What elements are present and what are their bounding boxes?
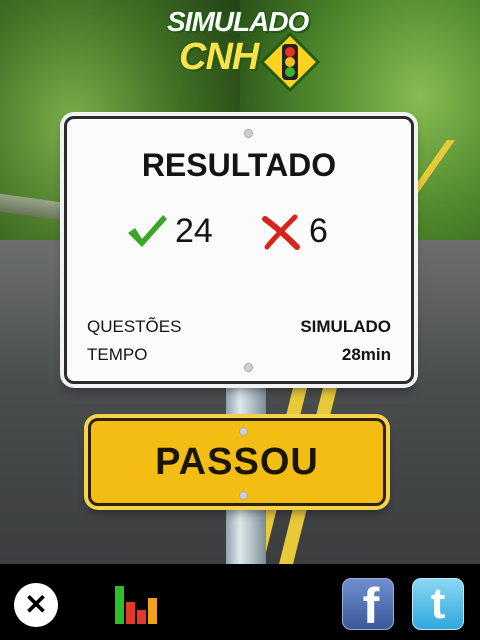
twitter-icon: t (430, 579, 446, 628)
wrong-answers: 6 (259, 211, 328, 251)
questions-value: SIMULADO (300, 317, 391, 336)
correct-count: 24 (175, 211, 213, 250)
sign-bolt (244, 363, 253, 372)
twitter-share-button[interactable]: t (412, 578, 464, 630)
time-value: 28min (341, 345, 391, 364)
wrong-count: 6 (309, 211, 328, 250)
traffic-light-icon (260, 32, 320, 92)
close-icon: ✕ (24, 589, 48, 620)
logo-text-cnh: CNH (179, 36, 259, 78)
bar-chart-icon (115, 586, 157, 624)
facebook-icon: f (362, 578, 380, 630)
sign-bolt (244, 129, 253, 138)
close-button[interactable]: ✕ (14, 583, 58, 627)
facebook-share-button[interactable]: f (342, 578, 394, 630)
statistics-button[interactable] (112, 580, 160, 628)
bottom-toolbar: ✕ f t (0, 564, 480, 640)
checkmark-icon (128, 215, 167, 247)
passou-label: PASSOU (155, 440, 319, 483)
passou-status-sign: PASSOU (88, 418, 386, 506)
time-label: TEMPO (87, 345, 148, 364)
result-title: RESULTADO (141, 147, 337, 183)
result-sign: RESULTADO 24 6 QUESTÕES SIMULADO TEMPO 2… (64, 116, 414, 384)
cross-icon (262, 214, 300, 250)
app-logo: SIMULADO CNH (165, 4, 330, 92)
questions-label: QUESTÕES (87, 317, 182, 336)
correct-answers: 24 (125, 211, 213, 251)
sign-bolt (239, 427, 248, 436)
sign-bolt (239, 491, 248, 500)
